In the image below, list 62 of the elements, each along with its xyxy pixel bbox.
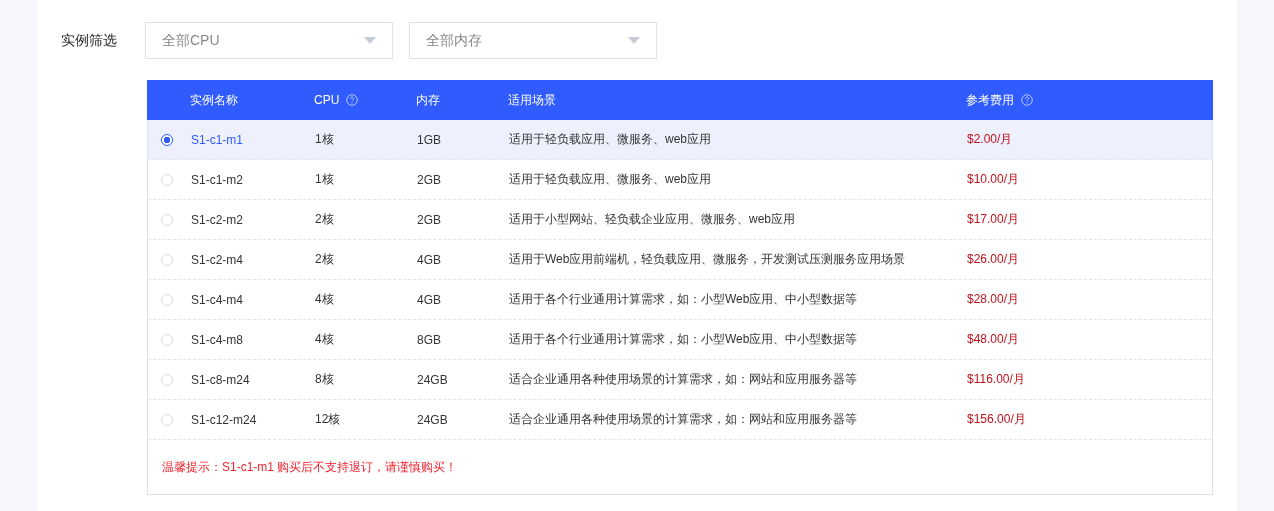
table-cell: 1核	[315, 131, 334, 148]
column-header: 适用场景	[508, 91, 556, 109]
table-row[interactable]: S1-c2-m2 2核 2GB 适用于小型网站、轻负载企业应用、微服务、web应用 $17.00/月	[148, 200, 1212, 240]
help-icon[interactable]	[346, 94, 359, 106]
table-cell: 适用于轻负载应用、微服务、web应用	[509, 131, 711, 148]
table-cell: $26.00/月	[967, 251, 1020, 268]
table-cell: $28.00/月	[967, 291, 1020, 308]
column-header: CPU	[314, 93, 340, 107]
table-cell: 4GB	[417, 292, 441, 307]
table-cell: $17.00/月	[967, 211, 1020, 228]
table-cell: 2GB	[417, 212, 441, 227]
table-row[interactable]: S1-c2-m4 2核 4GB 适用于Web应用前端机，轻负载应用、微服务，开发测试压测服务应用场景 $26.00/月	[148, 240, 1212, 280]
table-cell: 2GB	[417, 172, 441, 187]
table-cell: $48.00/月	[967, 331, 1020, 348]
table-cell: S1-c4-m8	[191, 332, 243, 347]
table-cell: 4核	[315, 291, 334, 308]
table-cell: 8GB	[417, 332, 441, 347]
column-header: 参考费用	[966, 91, 1014, 109]
table-cell: S1-c8-m24	[191, 372, 250, 387]
table-cell: $156.00/月	[967, 411, 1026, 428]
radio-button[interactable]	[161, 133, 173, 146]
table-cell: 2核	[315, 211, 334, 228]
table-cell: S1-c1-m1	[191, 132, 243, 147]
table-cell: S1-c12-m24	[191, 412, 257, 427]
caret-icon	[628, 37, 640, 44]
table-cell: 适合企业通用各种使用场景的计算需求，如：网站和应用服务器等	[509, 371, 857, 388]
table-row[interactable]: S1-c4-m4 4核 4GB 适用于各个行业通用计算需求，如：小型Web应用、中小型数据等 $28.00/月	[148, 280, 1212, 320]
table-cell: 12核	[315, 411, 341, 428]
table-row[interactable]: S1-c4-m8 4核 8GB 适用于各个行业通用计算需求，如：小型Web应用、中小型数据等 $48.00/月	[148, 320, 1212, 360]
table-row[interactable]: S1-c1-m2 1核 2GB 适用于轻负载应用、微服务、web应用 $10.00/月	[148, 160, 1212, 200]
table-row[interactable]: S1-c12-m24 12核 24GB 适合企业通用各种使用场景的计算需求，如：网站和应用服务器等 $156.00/月	[148, 400, 1212, 440]
table-cell: 适用于Web应用前端机，轻负载应用、微服务，开发测试压测服务应用场景	[509, 251, 906, 268]
table-cell: 24GB	[417, 372, 448, 387]
filter-label: 实例筛选	[61, 31, 118, 50]
caret-icon	[364, 37, 376, 44]
table-row[interactable]: S1-c1-m1 1核 1GB 适用于轻负载应用、微服务、web应用 $2.00/月	[148, 120, 1212, 160]
help-icon[interactable]	[1021, 94, 1033, 106]
table-cell: S1-c2-m2	[191, 212, 243, 227]
table-cell: $116.00/月	[967, 371, 1025, 388]
column-header: 实例名称	[190, 91, 238, 109]
table-cell: 适用于各个行业通用计算需求，如：小型Web应用、中小型数据等	[509, 331, 858, 348]
table-cell: S1-c4-m4	[191, 292, 243, 307]
table-cell: 1核	[315, 171, 334, 188]
dropdown-field[interactable]: 全部内存	[409, 22, 657, 59]
dropdown-field[interactable]: 全部CPU	[145, 22, 393, 59]
table-cell: 适用于小型网站、轻负载企业应用、微服务、web应用	[509, 211, 795, 228]
warning-text: 温馨提示：S1-c1-m1 购买后不支持退订，请谨慎购买！	[162, 458, 458, 476]
table-cell: $10.00/月	[967, 171, 1020, 188]
table-cell: S1-c2-m4	[191, 252, 243, 267]
table-cell: S1-c1-m2	[191, 172, 243, 187]
table-cell: 4核	[315, 331, 334, 348]
table-cell: 1GB	[417, 132, 441, 147]
table-cell: 8核	[315, 371, 334, 388]
table-row[interactable]: S1-c8-m24 8核 24GB 适合企业通用各种使用场景的计算需求，如：网站和应用服务器等 $116.00/月	[148, 360, 1212, 400]
table-cell: 2核	[315, 251, 334, 268]
table-cell: 适合企业通用各种使用场景的计算需求，如：网站和应用服务器等	[509, 411, 857, 428]
table-cell: 24GB	[417, 412, 448, 427]
table-cell: $2.00/月	[967, 131, 1013, 148]
table-cell: 适用于轻负载应用、微服务、web应用	[509, 171, 711, 188]
table-cell: 4GB	[417, 252, 441, 267]
table-cell: 适用于各个行业通用计算需求，如：小型Web应用、中小型数据等	[509, 291, 858, 308]
column-header: 内存	[416, 91, 440, 109]
